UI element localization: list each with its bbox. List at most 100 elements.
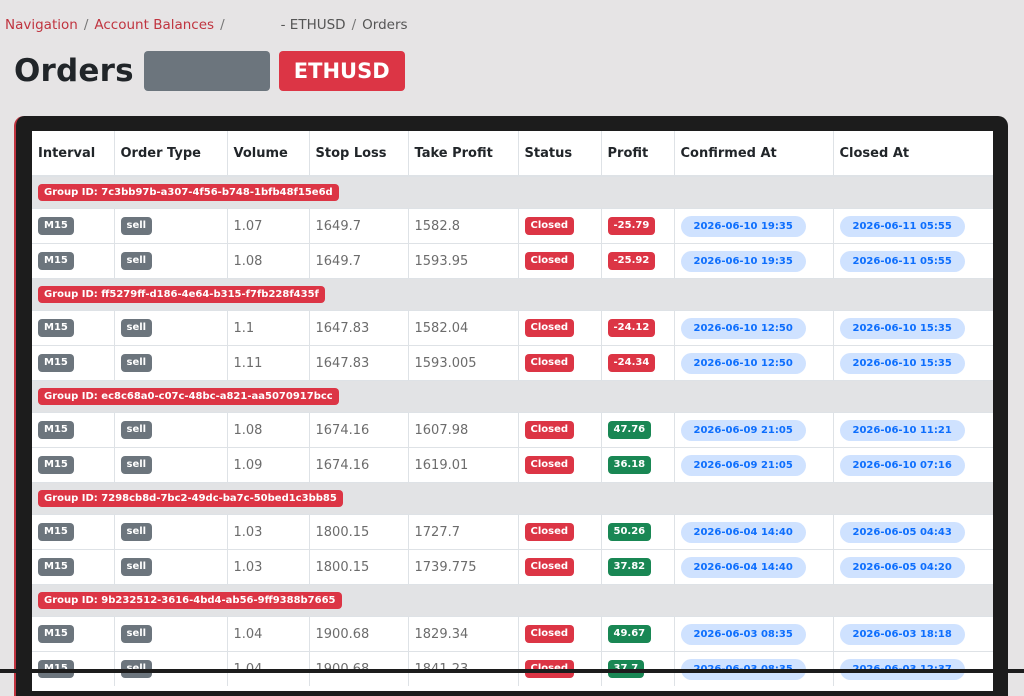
column-header-closed-at[interactable]: Closed At [833, 131, 993, 177]
table-row[interactable]: M15 sell 1.11 1647.83 1593.005 Closed -24.34 20… [32, 345, 993, 381]
profit-badge-cell: 37.82 [601, 549, 675, 585]
status-badge-cell: Closed [518, 310, 602, 346]
status-badge: Closed [524, 523, 575, 541]
group-cell: Group ID: ec8c68a0-c07c-48bc-a821-aa5070… [32, 380, 993, 413]
volume-value-cell: 1.08 [227, 412, 310, 448]
interval-badge-cell: M15 [32, 310, 115, 346]
breadcrumb-separator: / [351, 17, 357, 33]
order-type-badge: sell [120, 558, 153, 576]
stop-loss-value: 1674.16 [315, 422, 370, 438]
take-profit-value: 1727.7 [414, 524, 461, 540]
group-id-prefix: Group ID: [44, 187, 102, 198]
table-row[interactable]: M15 sell 1.03 1800.15 1739.775 Closed 37.82 202… [32, 549, 993, 585]
confirmed-at-pill-cell: 2026-06-04 14:40 [674, 549, 834, 585]
orders-table-card: Interval Order Type Volume Stop Loss Take Pr… [32, 131, 993, 691]
confirmed-at-pill-cell: 2026-06-10 12:50 [674, 310, 834, 346]
confirmed-at-pill: 2026-06-04 14:40 [680, 521, 806, 543]
stop-loss-value-cell: 1674.16 [309, 447, 409, 483]
table-row[interactable]: M15 sell 1.08 1649.7 1593.95 Closed -25.92 2026… [32, 243, 993, 279]
interval-badge-cell: M15 [32, 208, 115, 244]
table-row[interactable]: M15 sell 1.08 1674.16 1607.98 Closed 47.76 2026… [32, 412, 993, 448]
breadcrumb: Navigation / Account Balances / - ETHUSD / Ord… [5, 17, 408, 33]
group-id-prefix: Group ID: [44, 493, 102, 504]
interval-badge-cell: M15 [32, 514, 115, 550]
closed-at-pill-cell: 2026-06-10 15:35 [833, 310, 993, 346]
order-type-badge: sell [120, 319, 153, 337]
profit-badge-cell: -24.34 [601, 345, 675, 381]
order-type-badge: sell [120, 217, 153, 235]
column-header-stop-loss[interactable]: Stop Loss [309, 131, 409, 177]
interval-badge: M15 [38, 319, 74, 337]
stop-loss-value-cell: 1800.15 [309, 549, 409, 585]
take-profit-value-cell: 1582.8 [408, 208, 519, 244]
status-badge: Closed [524, 421, 575, 439]
group-id-prefix: Group ID: [44, 289, 102, 300]
interval-badge: M15 [38, 625, 74, 643]
volume-value-cell: 1.03 [227, 549, 310, 585]
volume-value: 1.1 [233, 320, 255, 336]
column-header-volume[interactable]: Volume [227, 131, 310, 177]
table-row[interactable]: M15 sell 1.03 1800.15 1727.7 Closed 50.26 2026-… [32, 514, 993, 550]
stop-loss-value-cell: 1900.68 [309, 616, 409, 652]
table-row[interactable]: M15 sell 1.04 1900.68 1829.34 Closed 49.67 2026… [32, 616, 993, 652]
order-type-badge-cell: sell [114, 616, 228, 652]
breadcrumb-navigation-link[interactable]: Navigation [5, 17, 78, 33]
interval-badge: M15 [38, 252, 74, 270]
interval-badge: M15 [38, 421, 74, 439]
group-cell: Group ID: 7c3bb97b-a307-4f56-b748-1bfb48… [32, 175, 993, 209]
closed-at-pill-cell: 2026-06-10 15:35 [833, 345, 993, 381]
status-badge-cell: Closed [518, 616, 602, 652]
profit-badge-cell: -25.92 [601, 243, 675, 279]
column-header-interval[interactable]: Interval [32, 131, 115, 177]
stop-loss-value: 1800.15 [315, 524, 370, 540]
take-profit-value-cell: 1727.7 [408, 514, 519, 550]
profit-badge-cell: 36.18 [601, 447, 675, 483]
confirmed-at-pill-cell: 2026-06-03 08:35 [674, 616, 834, 652]
closed-at-pill: 2026-06-10 07:16 [839, 454, 965, 476]
confirmed-at-pill: 2026-06-09 21:05 [680, 419, 806, 441]
closed-at-pill-cell: 2026-06-05 04:20 [833, 549, 993, 585]
confirmed-at-pill-cell: 2026-06-10 19:35 [674, 243, 834, 279]
status-badge: Closed [524, 456, 575, 474]
take-profit-value-cell: 1607.98 [408, 412, 519, 448]
interval-badge-cell: M15 [32, 345, 115, 381]
take-profit-value: 1619.01 [414, 457, 469, 473]
table-row[interactable]: M15 sell 1.1 1647.83 1582.04 Closed -24.12 2026… [32, 310, 993, 346]
volume-value-cell: 1.04 [227, 616, 310, 652]
group-row: Group ID: 7c3bb97b-a307-4f56-b748-1bfb48… [32, 175, 993, 209]
table-row[interactable]: M15 sell 1.07 1649.7 1582.8 Closed -25.79 2026-… [32, 208, 993, 244]
status-badge-cell: Closed [518, 412, 602, 448]
interval-badge-cell: M15 [32, 616, 115, 652]
profit-badge: -24.12 [607, 319, 656, 337]
confirmed-at-pill: 2026-06-10 19:35 [680, 250, 806, 272]
table-row[interactable]: M15 sell 1.09 1674.16 1619.01 Closed 36.18 2026… [32, 447, 993, 483]
stop-loss-value: 1674.16 [315, 457, 370, 473]
status-badge-cell: Closed [518, 345, 602, 381]
column-header-status[interactable]: Status [518, 131, 602, 177]
closed-at-pill: 2026-06-03 18:18 [839, 623, 965, 645]
column-header-confirmed-at[interactable]: Confirmed At [674, 131, 834, 177]
order-type-badge-cell: sell [114, 514, 228, 550]
closed-at-pill-cell: 2026-06-11 05:55 [833, 208, 993, 244]
group-id-prefix: Group ID: [44, 595, 102, 606]
interval-badge: M15 [38, 558, 74, 576]
group-id-badge: Group ID: 9b232512-3616-4bd4-ab56-9ff938… [38, 592, 342, 609]
stop-loss-value: 1649.7 [315, 253, 362, 269]
order-type-badge-cell: sell [114, 208, 228, 244]
interval-badge-cell: M15 [32, 243, 115, 279]
profit-badge: -25.92 [607, 252, 656, 270]
interval-badge: M15 [38, 354, 74, 372]
group-id-badge: Group ID: 7c3bb97b-a307-4f56-b748-1bfb48… [38, 184, 339, 201]
column-header-take-profit[interactable]: Take Profit [408, 131, 519, 177]
column-header-profit[interactable]: Profit [601, 131, 675, 177]
group-id-value: 9b232512-3616-4bd4-ab56-9ff9388b7665 [101, 595, 336, 606]
breadcrumb-account-balances-link[interactable]: Account Balances [94, 17, 214, 33]
group-id-value: ec8c68a0-c07c-48bc-a821-aa5070917bcc [101, 391, 333, 402]
group-id-badge: Group ID: ff5279ff-d186-4e64-b315-f7fb22… [38, 286, 325, 303]
group-cell: Group ID: 7298cb8d-7bc2-49dc-ba7c-50bed1… [32, 482, 993, 515]
volume-value: 1.03 [233, 524, 263, 540]
column-header-order-type[interactable]: Order Type [114, 131, 228, 177]
profit-badge-cell: -25.79 [601, 208, 675, 244]
status-badge: Closed [524, 558, 575, 576]
group-id-value: 7298cb8d-7bc2-49dc-ba7c-50bed1c3bb85 [101, 493, 337, 504]
